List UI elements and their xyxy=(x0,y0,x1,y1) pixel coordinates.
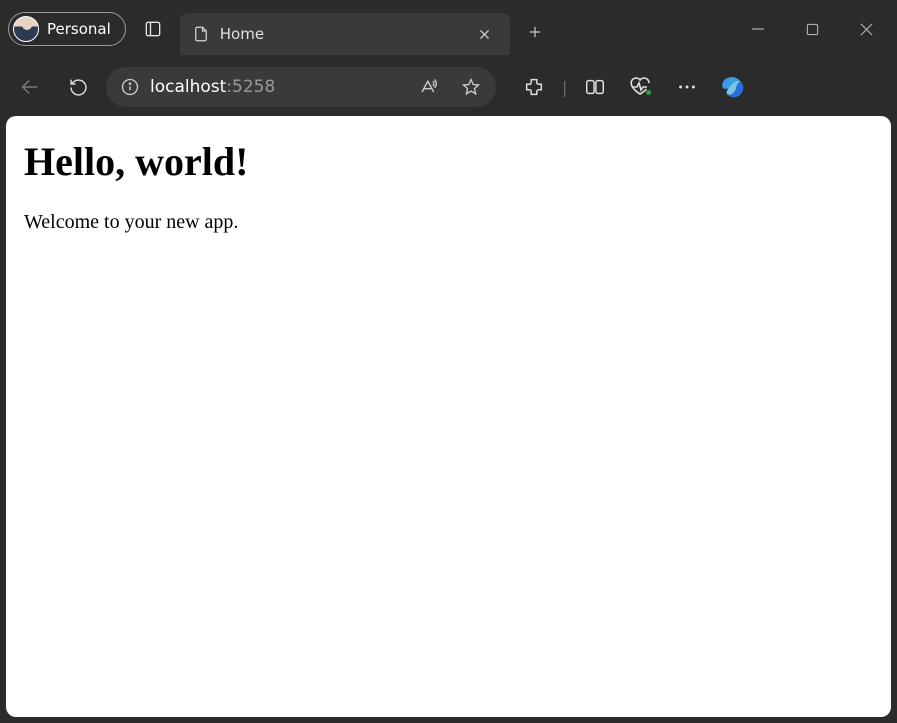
refresh-icon xyxy=(68,77,89,98)
split-screen-button[interactable] xyxy=(575,67,615,107)
close-icon xyxy=(859,22,874,37)
copilot-icon xyxy=(718,72,748,102)
split-screen-icon xyxy=(584,76,606,98)
plus-icon xyxy=(526,23,544,41)
url-port: :5258 xyxy=(226,77,275,97)
favorite-button[interactable] xyxy=(454,70,488,104)
url-text: localhost:5258 xyxy=(150,77,400,97)
toolbar-right: | xyxy=(514,67,753,107)
page-body-text: Welcome to your new app. xyxy=(24,211,873,234)
maximize-icon xyxy=(806,23,819,36)
read-aloud-button[interactable] xyxy=(410,70,444,104)
read-aloud-icon xyxy=(417,77,437,97)
minimize-icon xyxy=(751,22,765,36)
close-icon xyxy=(478,28,491,41)
tab-actions-button[interactable] xyxy=(134,10,172,48)
profile-label: Personal xyxy=(47,20,111,38)
tab-close-button[interactable] xyxy=(472,21,498,47)
page-icon xyxy=(192,25,210,43)
health-button[interactable] xyxy=(621,67,661,107)
tab-title: Home xyxy=(220,25,462,43)
extensions-button[interactable] xyxy=(514,67,554,107)
browser-tab[interactable]: Home xyxy=(180,13,510,55)
address-bar[interactable]: localhost:5258 xyxy=(106,67,496,107)
refresh-button[interactable] xyxy=(58,67,98,107)
page-viewport[interactable]: Hello, world! Welcome to your new app. xyxy=(6,116,891,717)
maximize-button[interactable] xyxy=(789,10,835,48)
toolbar: localhost:5258 xyxy=(0,58,897,116)
content-area: Hello, world! Welcome to your new app. xyxy=(0,116,897,723)
heartbeat-icon xyxy=(629,75,653,99)
more-icon xyxy=(676,76,698,98)
back-icon xyxy=(19,76,41,98)
window-close-button[interactable] xyxy=(843,10,889,48)
url-host: localhost xyxy=(150,77,226,97)
tab-actions-icon xyxy=(143,19,163,39)
browser-window: Personal Home xyxy=(0,0,897,723)
avatar xyxy=(13,16,39,42)
back-button[interactable] xyxy=(10,67,50,107)
new-tab-button[interactable] xyxy=(518,15,552,49)
app-menu-button[interactable] xyxy=(667,67,707,107)
site-info-icon[interactable] xyxy=(120,77,140,97)
profile-button[interactable]: Personal xyxy=(8,12,126,46)
page-heading: Hello, world! xyxy=(24,138,873,185)
minimize-button[interactable] xyxy=(735,10,781,48)
copilot-button[interactable] xyxy=(713,67,753,107)
tab-bar: Personal Home xyxy=(0,0,897,58)
extensions-icon xyxy=(523,76,545,98)
star-icon xyxy=(461,77,481,97)
toolbar-divider: | xyxy=(560,78,569,97)
window-controls xyxy=(735,10,889,48)
